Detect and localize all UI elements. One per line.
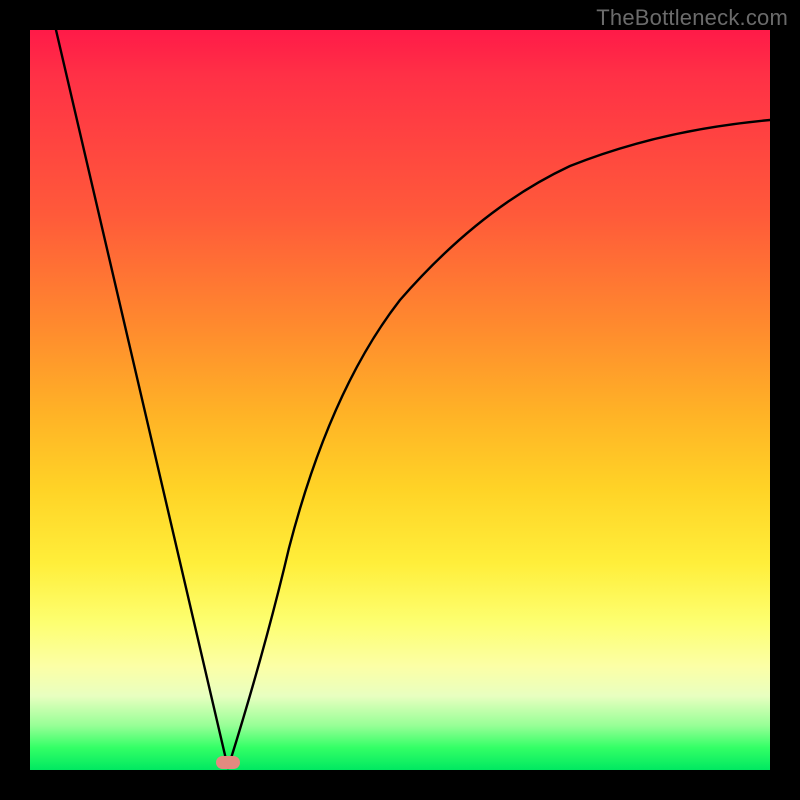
bottleneck-curve (30, 30, 770, 770)
chart-frame: TheBottleneck.com (0, 0, 800, 800)
optimal-point-marker (216, 756, 240, 769)
watermark-text: TheBottleneck.com (596, 5, 788, 31)
plot-area (30, 30, 770, 770)
curve-right-branch (228, 120, 770, 768)
curve-left-branch (56, 30, 228, 768)
